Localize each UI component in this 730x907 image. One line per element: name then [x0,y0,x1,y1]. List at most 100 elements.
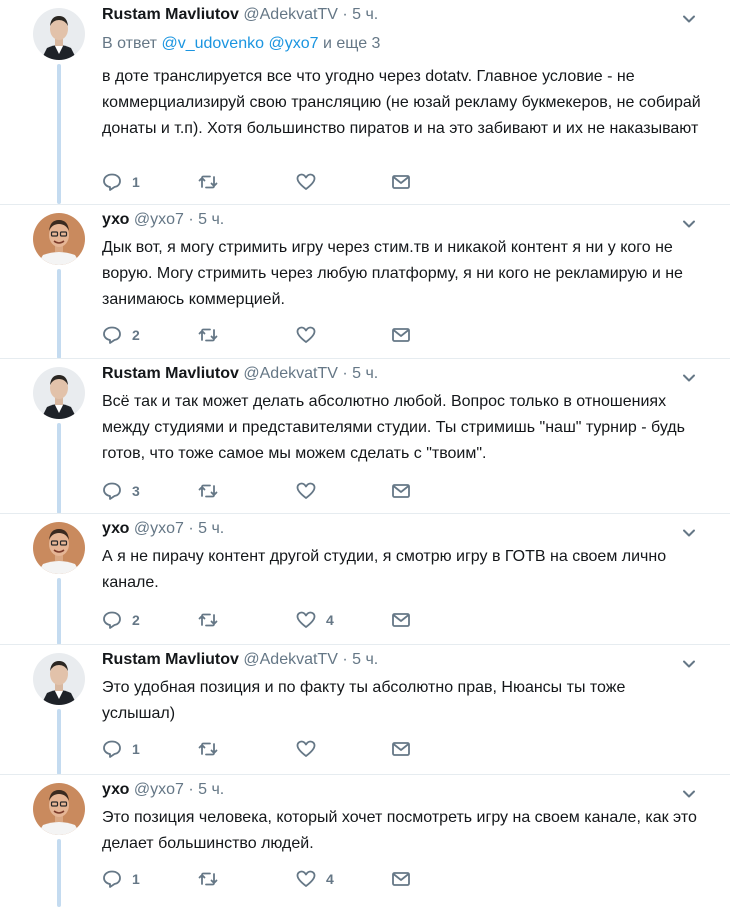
direct-message-button[interactable] [391,737,411,761]
tweet-text: Это удобная позиция и по факту ты абсолю… [102,679,626,722]
reply-button[interactable]: 2 [102,608,140,632]
tweet[interactable]: ухо @yxo7 · 5 ч. А я не пирачу контент д… [0,513,730,645]
retweet-button[interactable] [198,479,228,503]
envelope-icon [392,613,410,627]
timestamp[interactable]: 5 ч. [198,211,224,228]
smiling-man-avatar-image [33,783,85,835]
author-handle[interactable]: @AdekvatTV [243,365,338,382]
tweet[interactable]: Rustam Mavliutov @AdekvatTV · 5 ч. Это у… [0,644,730,775]
chevron-down-icon[interactable] [682,657,696,671]
tweet-actions: 3 [102,479,442,503]
reply-mentions[interactable]: @v_udovenko @yxo7 [161,35,318,52]
tweet-actions: 1 4 [102,867,442,891]
like-button[interactable]: 4 [296,867,334,891]
avatar[interactable] [33,653,85,705]
timestamp[interactable]: 5 ч. [198,520,224,537]
reply-count: 3 [132,483,140,499]
chevron-down-icon[interactable] [682,217,696,231]
author-name[interactable]: ухо [102,781,129,798]
heart-icon [296,870,316,887]
direct-message-button[interactable] [391,867,411,891]
tweet-text: Всё так и так может делать абсолютно люб… [102,393,685,462]
heart-icon [296,482,316,499]
envelope-icon [392,872,410,886]
retweet-button[interactable] [198,323,228,347]
chevron-down-icon[interactable] [682,526,696,540]
reply-button[interactable]: 1 [102,170,140,194]
like-button[interactable] [296,479,326,503]
separator-dot: · [188,781,194,798]
direct-message-button[interactable] [391,479,411,503]
direct-message-button[interactable] [391,323,411,347]
retweet-button[interactable] [198,608,228,632]
avatar[interactable] [33,8,85,60]
author-handle[interactable]: @AdekvatTV [243,6,338,23]
avatar[interactable] [33,522,85,574]
tweet-actions: 2 4 [102,608,442,632]
thread-line [57,839,61,907]
timestamp[interactable]: 5 ч. [352,651,378,668]
tweet[interactable]: ухо @yxo7 · 5 ч. Дык вот, я могу стримит… [0,204,730,359]
separator-dot: · [342,365,348,382]
like-button[interactable]: 4 [296,608,334,632]
like-button[interactable] [296,170,326,194]
chevron-down-icon[interactable] [682,787,696,801]
tweet-text: А я не пирачу контент другой студии, я с… [102,548,667,591]
like-count: 4 [326,871,334,887]
author-name[interactable]: Rustam Mavliutov [102,651,239,668]
reply-count: 2 [132,612,140,628]
reply-button[interactable]: 1 [102,737,140,761]
reply-button[interactable]: 2 [102,323,140,347]
like-button[interactable] [296,737,326,761]
direct-message-button[interactable] [391,608,411,632]
tweet[interactable]: Rustam Mavliutov @AdekvatTV · 5 ч. В отв… [0,0,730,204]
retweet-button[interactable] [198,737,228,761]
heart-icon [296,740,316,757]
author-handle[interactable]: @AdekvatTV [243,651,338,668]
reply-prefix: В ответ [102,35,158,52]
reply-context: В ответ @v_udovenko @yxo7 и еще 3 [102,35,380,53]
reply-icon [103,173,121,191]
tweet-actions: 1 [102,737,442,761]
tweet-header: ухо @yxo7 · 5 ч. [102,520,224,538]
chevron-down-icon[interactable] [682,371,696,385]
author-handle[interactable]: @yxo7 [134,211,184,228]
retweet-icon [198,872,218,886]
tweet-text: в доте транслируется все что угодно чере… [102,68,701,137]
author-handle[interactable]: @yxo7 [134,520,184,537]
avatar[interactable] [33,367,85,419]
heart-icon [296,611,316,628]
like-button[interactable] [296,323,326,347]
direct-message-button[interactable] [391,170,411,194]
tweet[interactable]: ухо @yxo7 · 5 ч. Это позиция человека, к… [0,774,730,907]
avatar[interactable] [33,213,85,265]
author-name[interactable]: ухо [102,520,129,537]
reply-button[interactable]: 1 [102,867,140,891]
reply-icon [103,870,121,888]
retweet-button[interactable] [198,867,228,891]
separator-dot: · [188,211,194,228]
timestamp[interactable]: 5 ч. [352,6,378,23]
author-name[interactable]: ухо [102,211,129,228]
reply-icon [103,482,121,500]
author-name[interactable]: Rustam Mavliutov [102,365,239,382]
tweet-header: Rustam Mavliutov @AdekvatTV · 5 ч. [102,6,378,24]
separator-dot: · [188,520,194,537]
timestamp[interactable]: 5 ч. [198,781,224,798]
suit-man-avatar-image [33,653,85,705]
author-handle[interactable]: @yxo7 [134,781,184,798]
chevron-down-icon[interactable] [682,12,696,26]
tweet-header: Rustam Mavliutov @AdekvatTV · 5 ч. [102,651,378,669]
timestamp[interactable]: 5 ч. [352,365,378,382]
tweet-header: ухо @yxo7 · 5 ч. [102,781,224,799]
author-name[interactable]: Rustam Mavliutov [102,6,239,23]
reply-button[interactable]: 3 [102,479,140,503]
avatar[interactable] [33,783,85,835]
thread-line [57,709,61,775]
retweet-button[interactable] [198,170,228,194]
reply-suffix[interactable]: и еще 3 [323,35,381,52]
tweet[interactable]: Rustam Mavliutov @AdekvatTV · 5 ч. Всё т… [0,358,730,514]
tweet-header: ухо @yxo7 · 5 ч. [102,211,224,229]
heart-icon [296,173,316,190]
thread-line [57,423,61,514]
